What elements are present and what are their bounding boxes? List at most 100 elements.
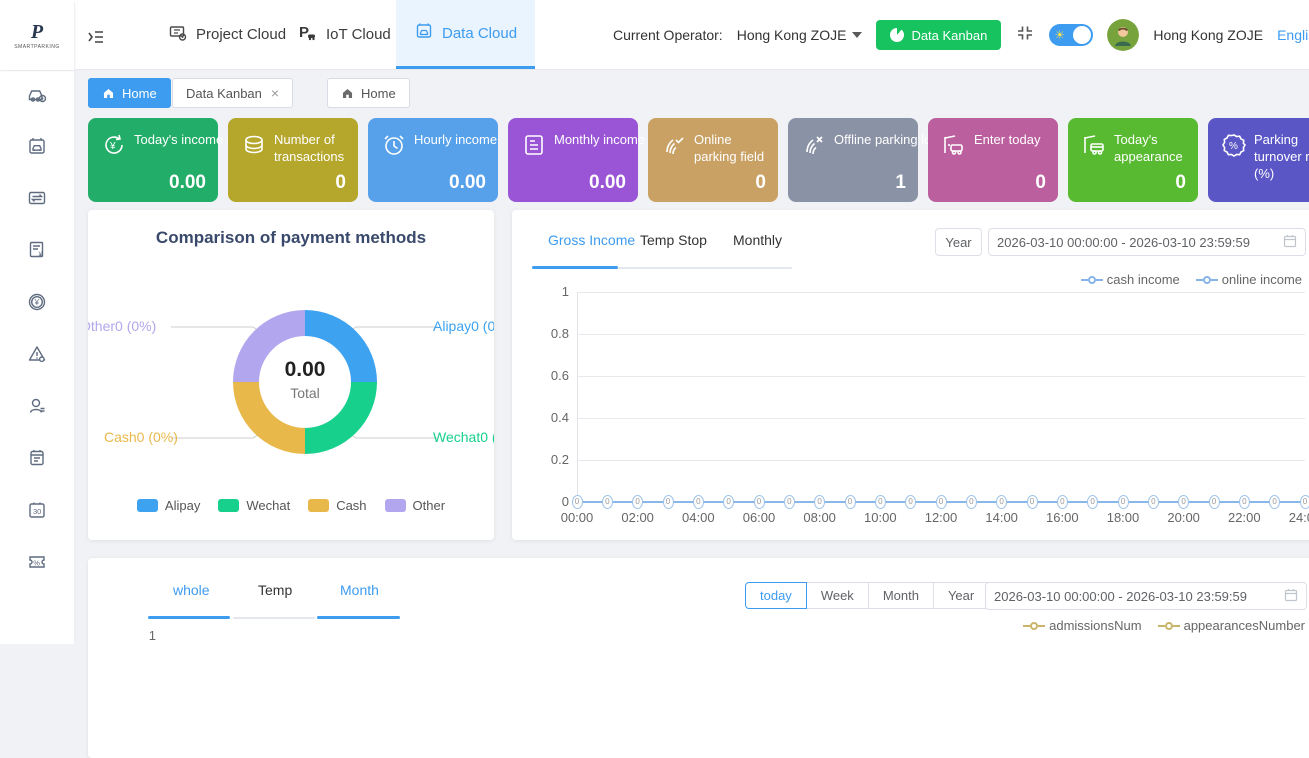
card-value: 0.00: [589, 172, 626, 194]
legend-appearances[interactable]: appearancesNumber: [1158, 618, 1305, 633]
close-icon[interactable]: ×: [271, 85, 279, 101]
members-icon[interactable]: [26, 395, 48, 417]
navbar-right-cluster: Current Operator: Hong Kong ZOJE Data Ka…: [613, 0, 1309, 70]
income-line-chart[interactable]: 00.20.40.60.8100:0002:0004:0006:0008:001…: [512, 210, 1309, 540]
chevron-down-icon: [852, 32, 862, 38]
grid-line: [577, 376, 1305, 377]
tab-month[interactable]: Month: [340, 582, 379, 598]
data-point-marker: 0: [905, 495, 916, 509]
notebook-icon[interactable]: [26, 447, 48, 469]
alert-warning-icon[interactable]: [26, 343, 48, 365]
legend-label: admissionsNum: [1049, 618, 1141, 633]
stat-card-8[interactable]: %Parking turnover rate (%)0: [1208, 118, 1309, 202]
card-label: Online parking field: [694, 131, 776, 165]
pie-label-alipay: Alipay0 (0%): [433, 318, 494, 334]
coins-icon: [240, 131, 268, 159]
x-tick-label: 18:00: [1107, 510, 1140, 525]
donut-total-value: 0.00: [233, 358, 377, 382]
stat-card-7[interactable]: Today's appearance 0: [1068, 118, 1198, 202]
legend-item-other[interactable]: Other: [385, 498, 446, 513]
parking-record-icon[interactable]: [26, 135, 48, 157]
tab-data-kanban[interactable]: Data Kanban ×: [172, 78, 293, 108]
data-point-marker: 0: [1118, 495, 1129, 509]
tab-label: Data Kanban: [186, 86, 262, 101]
stat-card-3[interactable]: Monthly income 0.00: [508, 118, 638, 202]
bottom-date-range-input[interactable]: 2026-03-10 00:00:00 - 2026-03-10 23:59:5…: [985, 582, 1307, 610]
y-tick-label: 0.6: [529, 368, 569, 383]
stat-card-2[interactable]: Hourly income0.00: [368, 118, 498, 202]
data-point-marker: 0: [784, 495, 795, 509]
data-point-marker: 0: [754, 495, 765, 509]
legend-label: appearancesNumber: [1184, 618, 1305, 633]
tab-whole[interactable]: whole: [173, 582, 210, 598]
data-point-marker: 0: [1300, 495, 1309, 509]
stat-card-0[interactable]: ¥Today's income ()0.00: [88, 118, 218, 202]
legend-label: Wechat: [246, 498, 290, 513]
percent-badge-icon: %: [1220, 131, 1248, 159]
tab-home-active[interactable]: Home: [88, 78, 171, 108]
calendar-30-icon[interactable]: 30: [26, 499, 48, 521]
username[interactable]: Hong Kong ZOJE: [1153, 27, 1263, 43]
x-tick-label: 10:00: [864, 510, 897, 525]
donut-center-text: 0.00 Total: [233, 358, 377, 401]
income-chart-panel: Gross Income Temp Stop Monthly Year 2026…: [512, 210, 1309, 540]
data-point-marker: 0: [1178, 495, 1189, 509]
range-month-button[interactable]: Month: [868, 582, 934, 609]
svg-text:%: %: [1229, 141, 1238, 152]
bottom-chart-ytick: 1: [116, 628, 156, 643]
logo-caption: SMARTPARKING: [14, 44, 60, 50]
card-value: 0: [1175, 172, 1186, 194]
data-point-marker: 0: [1057, 495, 1068, 509]
range-week-button[interactable]: Week: [806, 582, 869, 609]
app-logo[interactable]: P SMARTPARKING: [0, 2, 75, 70]
transactions-icon[interactable]: [26, 187, 48, 209]
stat-card-1[interactable]: Number of transactions0: [228, 118, 358, 202]
coupon-ticket-icon[interactable]: %: [26, 551, 48, 573]
legend-swatch: [308, 499, 329, 512]
range-button-group: today Week Month Year: [745, 582, 989, 609]
card-label: Parking turnover rate (%): [1254, 131, 1309, 182]
data-kanban-button[interactable]: Data Kanban: [876, 20, 1001, 50]
stat-card-5[interactable]: Offline parking lot1: [788, 118, 918, 202]
nav-iot-cloud[interactable]: P IoT Cloud: [278, 0, 409, 69]
billing-doc-icon[interactable]: ¥: [26, 239, 48, 261]
card-value: 0.00: [449, 172, 486, 194]
data-point-marker: 0: [996, 495, 1007, 509]
gate-exit-icon: [1080, 131, 1108, 159]
refresh-yen-icon: ¥: [100, 131, 128, 159]
exit-fullscreen-icon[interactable]: [1015, 23, 1035, 48]
stat-card-6[interactable]: Enter today0: [928, 118, 1058, 202]
nav-data-cloud[interactable]: Data Cloud: [396, 0, 535, 69]
kanban-button-label: Data Kanban: [911, 28, 987, 43]
legend-item-wechat[interactable]: Wechat: [218, 498, 290, 513]
wifi-check-icon: [660, 131, 688, 159]
language-link[interactable]: English: [1277, 27, 1309, 43]
legend-label: Other: [413, 498, 446, 513]
card-label: Offline parking lot: [834, 131, 916, 148]
data-point-marker: 0: [632, 495, 643, 509]
legend-admissions[interactable]: admissionsNum: [1023, 618, 1141, 633]
legend-item-alipay[interactable]: Alipay: [137, 498, 200, 513]
theme-toggle[interactable]: ☀: [1049, 24, 1093, 46]
tab-temp[interactable]: Temp: [258, 582, 292, 598]
tab-home[interactable]: Home: [327, 78, 410, 108]
svg-text:¥: ¥: [109, 141, 116, 152]
active-tab-underline: [148, 616, 230, 619]
income-coin-icon[interactable]: ¥: [26, 291, 48, 313]
operator-name: Hong Kong ZOJE: [737, 27, 847, 43]
avatar[interactable]: [1107, 19, 1139, 51]
x-tick-label: 20:00: [1167, 510, 1200, 525]
operator-select[interactable]: Hong Kong ZOJE: [737, 27, 863, 43]
stat-card-4[interactable]: Online parking field0: [648, 118, 778, 202]
vehicle-manage-icon[interactable]: [26, 83, 48, 105]
nav-label: Project Cloud: [196, 26, 286, 43]
svg-text:30: 30: [33, 507, 41, 516]
card-label: Today's appearance: [1114, 131, 1196, 165]
menu-fold-icon[interactable]: [86, 27, 106, 52]
card-label: Monthly income: [554, 131, 636, 148]
legend-item-cash[interactable]: Cash: [308, 498, 366, 513]
legend-label: Cash: [336, 498, 366, 513]
range-today-button[interactable]: today: [745, 582, 807, 609]
range-year-button[interactable]: Year: [933, 582, 989, 609]
legend-line-marker: [1023, 622, 1045, 630]
